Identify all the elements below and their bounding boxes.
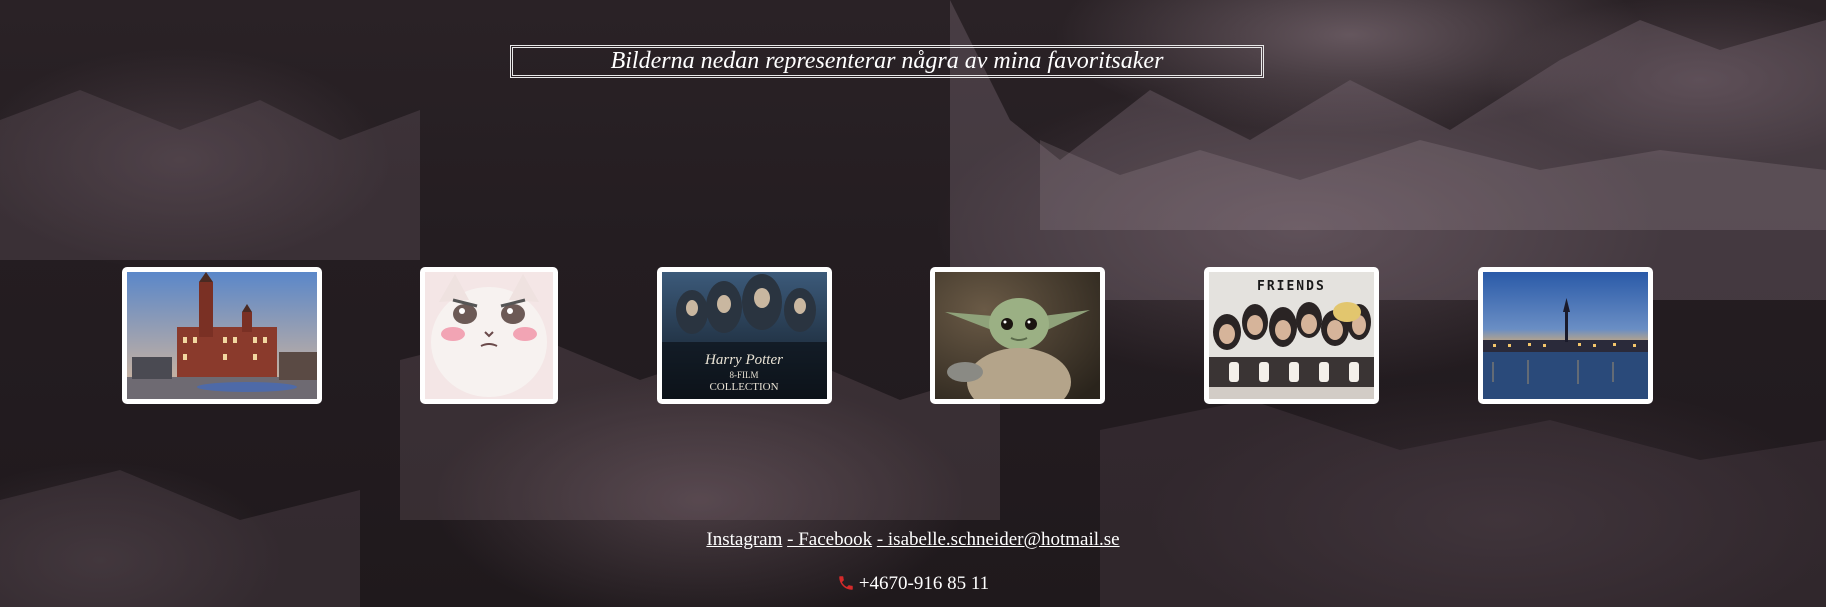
baby-yoda-icon [935, 272, 1100, 399]
page-background: Bilderna nedan representerar några av mi… [0, 0, 1826, 607]
cat-icon [425, 272, 553, 399]
instagram-link[interactable]: Instagram [706, 529, 782, 550]
gallery-image-cat [420, 267, 558, 404]
phone-number: +4670-916 85 11 [858, 573, 990, 594]
phone-icon [839, 576, 853, 590]
city-skyline-icon [1483, 272, 1648, 399]
gallery-image-harry-potter: Harry Potter 8-FILM COLLECTION [657, 267, 832, 404]
poster-subtitle-2: COLLECTION [709, 381, 778, 393]
footer-links: Instagram - Facebook - isabelle.schneide… [0, 529, 1826, 551]
poster-title: FRIENDS [1257, 279, 1326, 294]
gallery-image-baby-yoda [930, 267, 1105, 404]
gallery-image-town-hall [122, 267, 322, 404]
town-hall-icon [127, 272, 317, 399]
gallery-image-friends: FRIENDS [1204, 267, 1379, 404]
friends-poster-icon: FRIENDS [1209, 272, 1374, 399]
harry-potter-poster-icon: Harry Potter 8-FILM COLLECTION [662, 272, 827, 399]
phone-row: +4670-916 85 11 [0, 573, 1826, 595]
page-title: Bilderna nedan representerar några av mi… [510, 45, 1264, 78]
facebook-link[interactable]: - Facebook [787, 529, 872, 550]
poster-title: Harry Potter [704, 352, 783, 368]
poster-subtitle: 8-FILM [730, 370, 759, 380]
gallery-image-city [1478, 267, 1653, 404]
email-link[interactable]: - isabelle.schneider@hotmail.se [877, 529, 1120, 550]
